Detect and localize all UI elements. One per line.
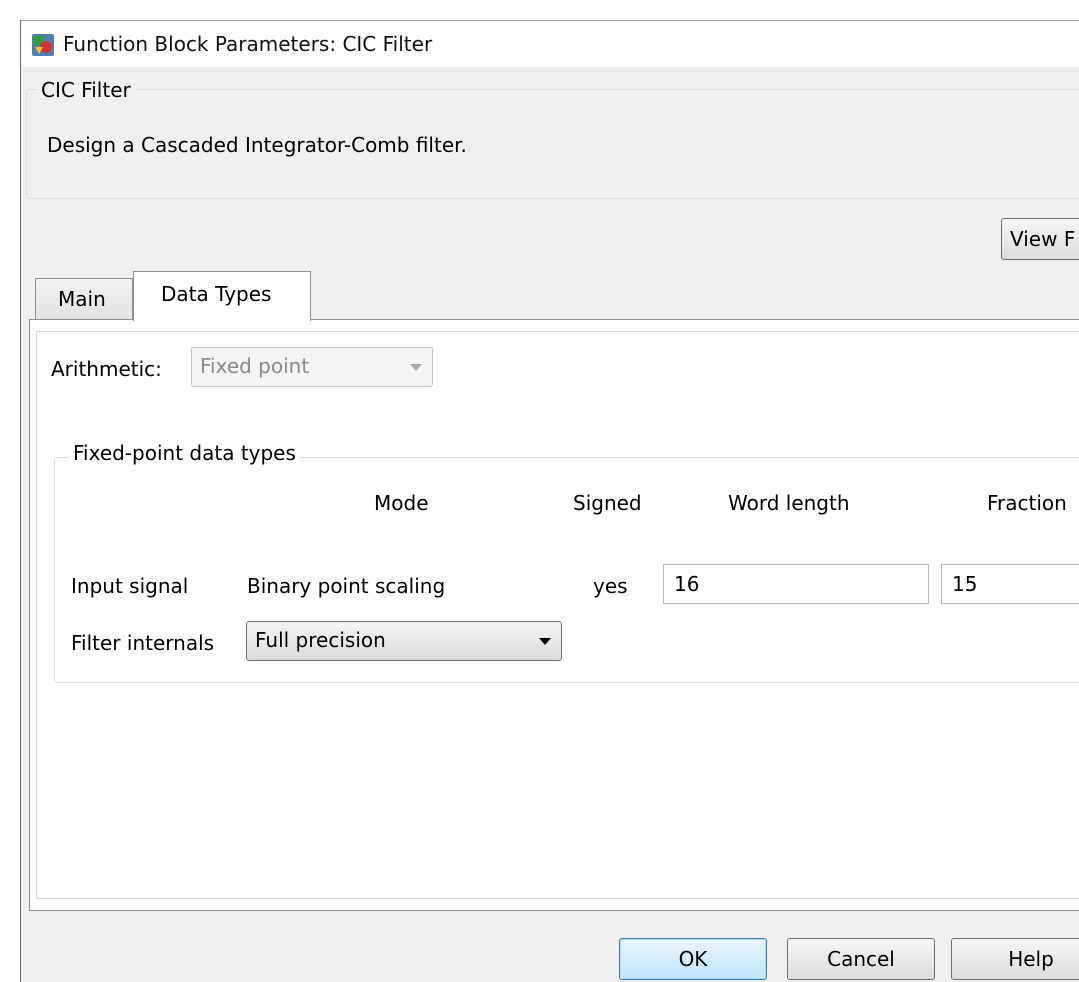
ok-button[interactable]: OK — [619, 938, 767, 980]
fixed-point-legend: Fixed-point data types — [69, 441, 300, 465]
input-word-length-field[interactable]: 16 — [663, 564, 929, 604]
header-signed: Signed — [573, 491, 642, 515]
input-signal-label: Input signal — [71, 574, 189, 598]
header-fraction-length: Fraction — [987, 491, 1067, 515]
input-signal-signed: yes — [593, 574, 628, 598]
block-name-legend: CIC Filter — [37, 78, 135, 102]
tab-main[interactable]: Main — [35, 278, 133, 320]
simulink-app-icon — [31, 33, 55, 57]
input-fraction-length-field[interactable]: 15 — [941, 564, 1079, 604]
help-button[interactable]: Help — [951, 938, 1079, 980]
view-filter-response-button[interactable]: View F — [1001, 218, 1079, 260]
arithmetic-label: Arithmetic: — [51, 357, 162, 381]
input-signal-mode: Binary point scaling — [247, 574, 446, 598]
arithmetic-dropdown: Fixed point — [191, 347, 433, 387]
dialog-window: Function Block Parameters: CIC Filter CI… — [20, 20, 1079, 982]
header-mode: Mode — [374, 491, 429, 515]
header-word-length: Word length — [728, 491, 850, 515]
cancel-button[interactable]: Cancel — [787, 938, 935, 980]
filter-internals-label: Filter internals — [71, 631, 215, 655]
tab-data-types[interactable]: Data Types — [133, 271, 311, 321]
filter-internals-value: Full precision — [255, 628, 386, 652]
title-bar[interactable]: Function Block Parameters: CIC Filter — [21, 21, 1079, 67]
filter-internals-dropdown[interactable]: Full precision — [246, 621, 562, 661]
chevron-down-icon — [410, 364, 422, 371]
arithmetic-value: Fixed point — [200, 354, 310, 378]
chevron-down-icon — [539, 638, 551, 645]
block-description-text: Design a Cascaded Integrator-Comb filter… — [47, 133, 467, 157]
window-title: Function Block Parameters: CIC Filter — [63, 32, 433, 56]
